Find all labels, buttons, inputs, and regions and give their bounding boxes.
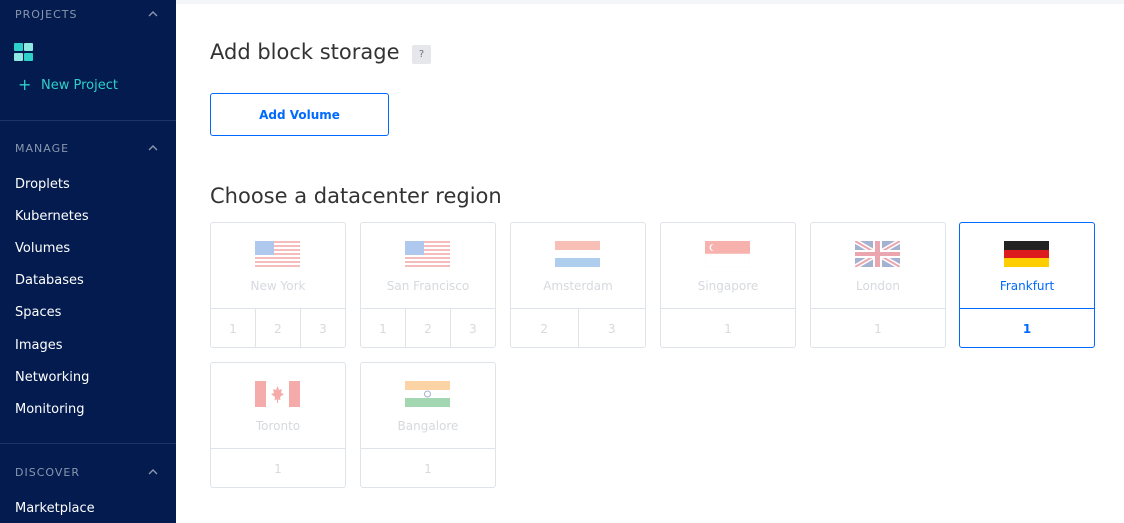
region-card-new-york[interactable]: New York 1 2 3 xyxy=(210,222,346,348)
discover-heading: DISCOVER xyxy=(15,465,80,479)
region-card-singapore[interactable]: Singapore 1 xyxy=(660,222,796,348)
region-name: Frankfurt xyxy=(999,279,1055,293)
projects-section-header[interactable]: PROJECTS xyxy=(15,6,160,22)
datacenter-options: 1 xyxy=(960,308,1094,348)
sidebar-item-networking[interactable]: Networking xyxy=(15,370,89,385)
sidebar-item-monitoring[interactable]: Monitoring xyxy=(15,402,85,417)
manage-section-header[interactable]: MANAGE xyxy=(15,140,160,156)
datacenter-options: 1 xyxy=(211,448,345,488)
sg-flag-icon xyxy=(705,241,750,267)
chevron-up-icon[interactable] xyxy=(146,7,160,21)
region-name: Singapore xyxy=(697,279,759,293)
add-volume-button[interactable]: Add Volume xyxy=(210,93,389,136)
block-storage-title: Add block storage xyxy=(210,40,400,64)
help-icon[interactable]: ? xyxy=(412,45,431,64)
sidebar: PROJECTS + New Project MANAGE Droplets K… xyxy=(0,0,176,523)
nl-flag-icon xyxy=(555,241,600,267)
sidebar-item-images[interactable]: Images xyxy=(15,338,63,353)
region-card-toronto[interactable]: Toronto 1 xyxy=(210,362,346,488)
chevron-up-icon[interactable] xyxy=(146,465,160,479)
region-name: Amsterdam xyxy=(543,279,613,293)
datacenter-option[interactable]: 2 xyxy=(255,309,300,348)
sidebar-divider xyxy=(0,443,176,444)
plus-icon: + xyxy=(18,75,32,94)
region-card-frankfurt[interactable]: Frankfurt 1 xyxy=(959,222,1095,348)
datacenter-options: 1 2 3 xyxy=(361,308,495,348)
region-card-london[interactable]: London 1 xyxy=(810,222,946,348)
us-flag-icon xyxy=(255,241,300,267)
region-name: New York xyxy=(250,279,306,293)
project-logo-icon[interactable] xyxy=(14,43,34,61)
in-flag-icon xyxy=(405,381,450,407)
datacenter-option[interactable]: 1 xyxy=(361,449,495,488)
datacenter-option[interactable]: 1 xyxy=(661,309,795,348)
datacenter-options: 2 3 xyxy=(511,308,645,348)
datacenter-options: 1 2 3 xyxy=(211,308,345,348)
new-project-label: New Project xyxy=(41,77,118,93)
datacenter-options: 1 xyxy=(361,448,495,488)
sidebar-divider xyxy=(0,120,176,121)
uk-flag-icon xyxy=(855,241,900,267)
new-project-link[interactable]: + New Project xyxy=(18,77,118,93)
region-name: Bangalore xyxy=(397,419,459,433)
manage-heading: MANAGE xyxy=(15,141,70,155)
datacenter-option[interactable]: 1 xyxy=(211,449,345,488)
sidebar-item-volumes[interactable]: Volumes xyxy=(15,241,70,256)
sidebar-item-spaces[interactable]: Spaces xyxy=(15,305,61,320)
datacenter-option[interactable]: 3 xyxy=(300,309,345,348)
top-border xyxy=(176,0,1124,4)
region-card-bangalore[interactable]: Bangalore 1 xyxy=(360,362,496,488)
sidebar-item-marketplace[interactable]: Marketplace xyxy=(15,501,95,516)
datacenter-option[interactable]: 1 xyxy=(811,309,945,348)
datacenter-options: 1 xyxy=(661,308,795,348)
sidebar-item-kubernetes[interactable]: Kubernetes xyxy=(15,209,89,224)
datacenter-option[interactable]: 2 xyxy=(405,309,450,348)
region-card-san-francisco[interactable]: San Francisco 1 2 3 xyxy=(360,222,496,348)
projects-heading: PROJECTS xyxy=(15,7,78,21)
datacenter-option[interactable]: 3 xyxy=(450,309,495,348)
datacenter-options: 1 xyxy=(811,308,945,348)
datacenter-option[interactable]: 1 xyxy=(361,309,405,348)
region-title: Choose a datacenter region xyxy=(210,184,502,208)
ca-flag-icon xyxy=(255,381,300,407)
region-name: Toronto xyxy=(255,419,301,433)
de-flag-icon xyxy=(1004,241,1049,267)
us-flag-icon xyxy=(405,241,450,267)
datacenter-option[interactable]: 2 xyxy=(511,309,578,348)
region-name: San Francisco xyxy=(386,279,470,293)
region-card-amsterdam[interactable]: Amsterdam 2 3 xyxy=(510,222,646,348)
datacenter-option[interactable]: 1 xyxy=(960,309,1094,348)
region-name: London xyxy=(856,279,900,293)
chevron-up-icon[interactable] xyxy=(146,141,160,155)
discover-section-header[interactable]: DISCOVER xyxy=(15,464,160,480)
datacenter-option[interactable]: 1 xyxy=(211,309,255,348)
datacenter-option[interactable]: 3 xyxy=(577,309,646,348)
sidebar-item-databases[interactable]: Databases xyxy=(15,273,84,288)
sidebar-item-droplets[interactable]: Droplets xyxy=(15,177,70,192)
